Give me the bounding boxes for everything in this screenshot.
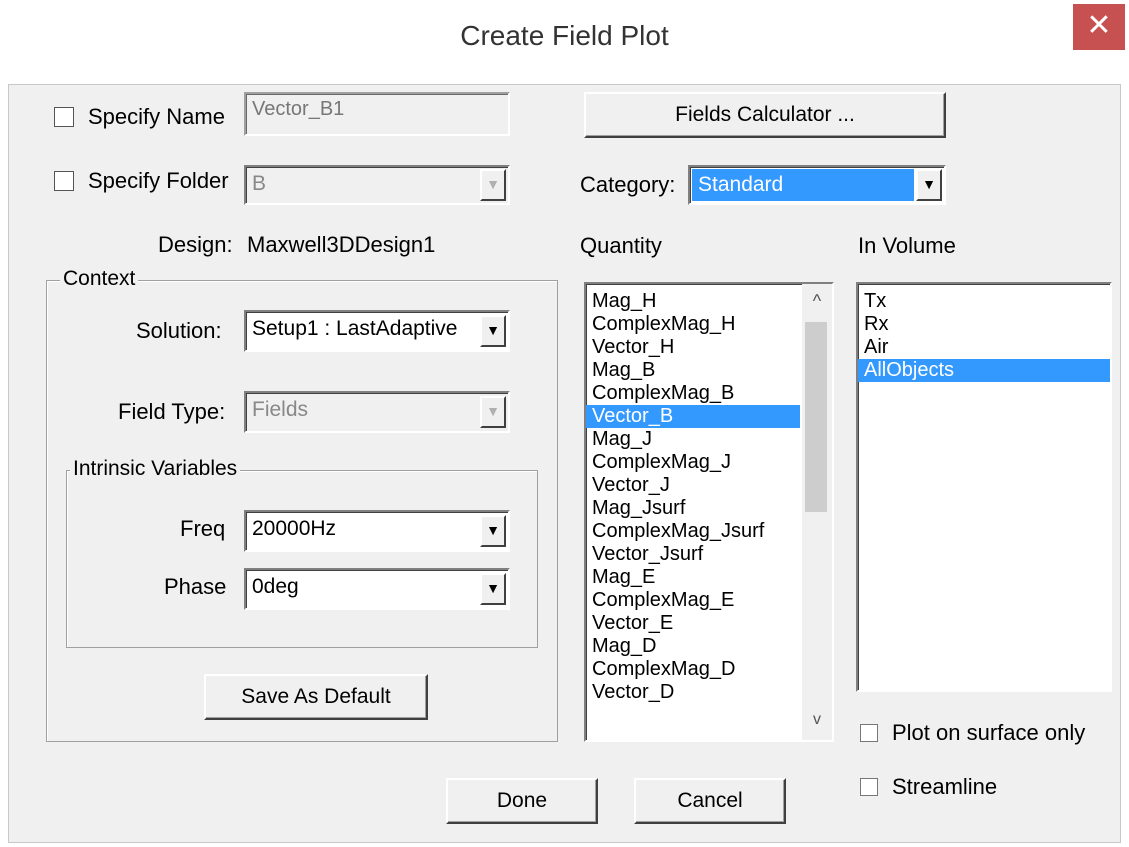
specify-name-checkbox[interactable] — [54, 107, 74, 127]
specify-folder-label: Specify Folder — [88, 168, 229, 193]
quantity-list-item[interactable]: ComplexMag_D — [586, 658, 800, 681]
plot-on-surface-only-checkbox[interactable] — [860, 724, 878, 742]
scroll-up-icon[interactable]: ^ — [802, 284, 832, 318]
in-volume-list-item[interactable]: Tx — [858, 290, 1110, 313]
solution-dropdown[interactable]: Setup1 : LastAdaptive — [244, 310, 510, 352]
scrollbar-thumb[interactable] — [805, 322, 827, 512]
chevron-down-icon[interactable]: ▼ — [480, 515, 506, 547]
solution-label: Solution: — [136, 318, 222, 343]
folder-dropdown[interactable]: B — [244, 165, 510, 205]
quantity-list-item[interactable]: ComplexMag_Jsurf — [586, 520, 800, 543]
cancel-button[interactable]: Cancel — [634, 778, 786, 824]
solution-value: Setup1 : LastAdaptive — [252, 317, 458, 340]
quantity-list-item[interactable]: ComplexMag_H — [586, 313, 800, 336]
field-type-dropdown[interactable]: Fields — [244, 391, 510, 433]
scroll-down-icon[interactable]: v — [802, 706, 832, 740]
in-volume-list[interactable]: Tx Rx Air AllObjects — [856, 282, 1112, 692]
category-value: Standard — [692, 169, 914, 201]
chevron-down-icon[interactable]: ▼ — [916, 169, 942, 201]
phase-dropdown[interactable]: 0deg — [244, 568, 510, 610]
fields-calculator-button[interactable]: Fields Calculator ... — [584, 92, 946, 138]
plot-on-surface-only-label: Plot on surface only — [892, 720, 1086, 745]
window-title: Create Field Plot — [460, 20, 669, 51]
design-value: Maxwell3DDesign1 — [247, 232, 436, 257]
close-icon[interactable]: ✕ — [1086, 9, 1111, 42]
intrinsic-variables-group — [66, 470, 538, 648]
folder-value: B — [252, 172, 267, 195]
done-button[interactable]: Done — [446, 778, 598, 824]
quantity-list-item[interactable]: Vector_Jsurf — [586, 543, 800, 566]
specify-name-label: Specify Name — [88, 104, 225, 129]
quantity-list-item[interactable]: ComplexMag_J — [586, 451, 800, 474]
in-volume-label: In Volume — [858, 233, 956, 258]
streamline-checkbox[interactable] — [860, 778, 878, 796]
chevron-down-icon[interactable]: ▼ — [480, 573, 506, 605]
freq-dropdown[interactable]: 20000Hz — [244, 510, 510, 552]
field-type-label: Field Type: — [118, 399, 226, 424]
quantity-list-item[interactable]: Mag_E — [586, 566, 800, 589]
phase-label: Phase — [164, 574, 227, 599]
quantity-list-item[interactable]: Mag_H — [586, 290, 800, 313]
intrinsic-variables-legend: Intrinsic Variables — [70, 457, 241, 481]
quantity-list-item[interactable]: Vector_J — [586, 474, 800, 497]
design-label: Design: — [158, 232, 233, 257]
quantity-list-item[interactable]: Mag_J — [586, 428, 800, 451]
in-volume-list-item[interactable]: Air — [858, 336, 1110, 359]
quantity-label: Quantity — [580, 233, 662, 258]
context-legend: Context — [60, 267, 139, 291]
phase-value: 0deg — [252, 575, 299, 598]
streamline-label: Streamline — [892, 774, 998, 799]
quantity-list-item[interactable]: ComplexMag_E — [586, 589, 800, 612]
quantity-scrollbar[interactable]: ^ v — [802, 284, 832, 740]
save-as-default-button[interactable]: Save As Default — [204, 674, 428, 720]
specify-folder-checkbox[interactable] — [54, 171, 74, 191]
chevron-down-icon[interactable]: ▼ — [480, 315, 506, 347]
quantity-list-item[interactable]: Vector_D — [586, 681, 800, 704]
chevron-down-icon[interactable]: ▼ — [480, 396, 506, 428]
quantity-list-item[interactable]: Vector_E — [586, 612, 800, 635]
in-volume-list-item[interactable]: Rx — [858, 313, 1110, 336]
quantity-list-item[interactable]: Mag_Jsurf — [586, 497, 800, 520]
category-dropdown[interactable]: Standard — [688, 165, 946, 205]
quantity-list-item[interactable]: ComplexMag_B — [586, 382, 800, 405]
quantity-list-item[interactable]: Vector_H — [586, 336, 800, 359]
quantity-list-item[interactable]: Mag_B — [586, 359, 800, 382]
quantity-list-item[interactable]: Vector_B — [586, 405, 800, 428]
freq-value: 20000Hz — [252, 517, 337, 540]
chevron-down-icon[interactable]: ▼ — [480, 169, 506, 201]
quantity-list-item[interactable]: Mag_D — [586, 635, 800, 658]
close-button[interactable]: ✕ — [1073, 4, 1125, 50]
name-field[interactable]: Vector_B1 — [244, 92, 510, 136]
field-type-value: Fields — [252, 398, 309, 421]
category-label: Category: — [580, 172, 676, 197]
in-volume-list-item[interactable]: AllObjects — [858, 359, 1110, 382]
quantity-list[interactable]: Mag_H ComplexMag_H Vector_H Mag_B ComplexMag… — [584, 282, 834, 742]
freq-label: Freq — [180, 516, 226, 541]
